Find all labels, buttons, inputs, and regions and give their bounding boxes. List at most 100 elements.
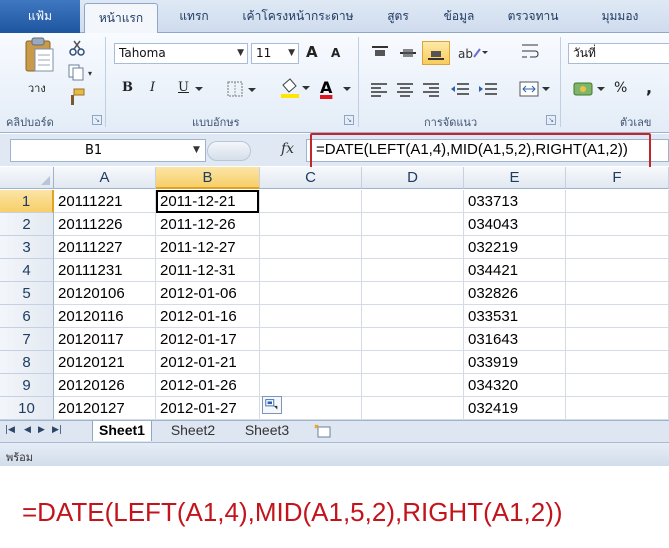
cell-c[interactable]	[260, 236, 362, 259]
cell-b[interactable]: 2012-01-06	[156, 282, 260, 305]
sheet-tab-sheet2[interactable]: Sheet2	[160, 421, 226, 441]
cell-b[interactable]: 2012-01-26	[156, 374, 260, 397]
cell-c[interactable]	[260, 305, 362, 328]
cell-f[interactable]	[566, 213, 669, 236]
cell-d[interactable]	[362, 374, 464, 397]
cell-f[interactable]	[566, 397, 669, 420]
cell-a[interactable]: 20120106	[54, 282, 156, 305]
align-center-icon[interactable]	[396, 81, 414, 97]
currency-icon[interactable]	[572, 79, 608, 99]
font-size-combo[interactable]: 11 ▼	[251, 43, 299, 64]
cell-b[interactable]: 2012-01-16	[156, 305, 260, 328]
cell-f[interactable]	[566, 305, 669, 328]
cell-c[interactable]	[260, 351, 362, 374]
cell-a[interactable]: 20111231	[54, 259, 156, 282]
row-header[interactable]: 9	[0, 374, 54, 397]
chevron-down-icon[interactable]: ▼	[193, 140, 200, 161]
wrap-text-icon[interactable]	[520, 41, 540, 63]
tab-page-layout[interactable]: เค้าโครงหน้ากระดาษ	[230, 0, 366, 33]
select-all-button[interactable]	[0, 167, 54, 189]
cell-b[interactable]: 2011-12-26	[156, 213, 260, 236]
cell-d[interactable]	[362, 236, 464, 259]
clipboard-launcher-icon[interactable]: ↘	[92, 115, 102, 125]
tab-review[interactable]: ตรวจทาน	[500, 0, 566, 33]
cell-b[interactable]: 2012-01-17	[156, 328, 260, 351]
cell-d[interactable]	[362, 351, 464, 374]
tab-home[interactable]: หน้าแรก	[84, 3, 158, 34]
align-top-icon[interactable]	[370, 45, 390, 61]
cell-f[interactable]	[566, 236, 669, 259]
cell-c[interactable]	[260, 213, 362, 236]
cell-b[interactable]: 2011-12-27	[156, 236, 260, 259]
fill-color-icon[interactable]	[278, 77, 312, 99]
cell-e[interactable]: 033919	[464, 351, 566, 374]
copy-icon[interactable]: ▾	[67, 63, 97, 81]
cell-e[interactable]: 032419	[464, 397, 566, 420]
tab-formulas[interactable]: สูตร	[378, 0, 418, 33]
cell-e[interactable]: 031643	[464, 328, 566, 351]
align-middle-icon[interactable]	[398, 45, 418, 61]
row-header[interactable]: 4	[0, 259, 54, 282]
shrink-font-button[interactable]: A	[331, 46, 340, 60]
cell-a[interactable]: 20111226	[54, 213, 156, 236]
cell-a[interactable]: 20120126	[54, 374, 156, 397]
cell-d[interactable]	[362, 397, 464, 420]
row-header[interactable]: 1	[0, 190, 54, 213]
insert-sheet-icon[interactable]	[312, 423, 336, 439]
sheet-tab-sheet3[interactable]: Sheet3	[234, 421, 300, 441]
column-header-b[interactable]: B	[156, 167, 260, 189]
tab-view[interactable]: มุมมอง	[590, 0, 650, 33]
cell-a[interactable]: 20120117	[54, 328, 156, 351]
paste-label[interactable]: วาง	[28, 79, 46, 97]
cell-c[interactable]	[260, 374, 362, 397]
chevron-down-icon[interactable]: ▼	[288, 44, 295, 63]
merge-center-icon[interactable]	[518, 79, 552, 99]
column-header-e[interactable]: E	[464, 167, 566, 189]
cell-c[interactable]	[260, 328, 362, 351]
increase-indent-icon[interactable]	[478, 81, 498, 97]
row-header[interactable]: 2	[0, 213, 54, 236]
cell-f[interactable]	[566, 328, 669, 351]
cell-d[interactable]	[362, 282, 464, 305]
align-left-icon[interactable]	[370, 81, 388, 97]
next-sheet-icon[interactable]: ▶	[38, 425, 45, 435]
cell-f[interactable]	[566, 282, 669, 305]
cell-e[interactable]: 033713	[464, 190, 566, 213]
cell-c[interactable]	[260, 190, 362, 213]
align-right-icon[interactable]	[422, 81, 440, 97]
paste-icon[interactable]	[22, 37, 56, 73]
cell-d[interactable]	[362, 213, 464, 236]
row-header[interactable]: 10	[0, 397, 54, 420]
italic-button[interactable]: I	[150, 80, 155, 95]
cell-d[interactable]	[362, 259, 464, 282]
cell-a[interactable]: 20120116	[54, 305, 156, 328]
decrease-indent-icon[interactable]	[450, 81, 470, 97]
cell-e[interactable]: 034320	[464, 374, 566, 397]
row-header[interactable]: 8	[0, 351, 54, 374]
chevron-down-icon[interactable]	[194, 85, 204, 93]
alignment-launcher-icon[interactable]: ↘	[546, 115, 556, 125]
cell-e[interactable]: 032826	[464, 282, 566, 305]
cell-a[interactable]: 20111221	[54, 190, 156, 213]
font-name-combo[interactable]: Tahoma ▼	[114, 43, 248, 64]
font-color-button[interactable]: A	[320, 78, 332, 97]
first-sheet-icon[interactable]: |◀	[5, 425, 15, 435]
cell-e[interactable]: 034421	[464, 259, 566, 282]
row-header[interactable]: 6	[0, 305, 54, 328]
name-box[interactable]: B1 ▼	[10, 139, 206, 162]
cell-f[interactable]	[566, 259, 669, 282]
bold-button[interactable]: B	[122, 80, 133, 95]
cell-c[interactable]	[260, 282, 362, 305]
row-header[interactable]: 3	[0, 236, 54, 259]
cell-f[interactable]	[566, 351, 669, 374]
percent-button[interactable]: %	[614, 80, 627, 96]
row-header[interactable]: 5	[0, 282, 54, 305]
cell-d[interactable]	[362, 190, 464, 213]
cell-e[interactable]: 032219	[464, 236, 566, 259]
borders-icon[interactable]	[226, 80, 260, 98]
cell-d[interactable]	[362, 328, 464, 351]
cell-b[interactable]: 2012-01-21	[156, 351, 260, 374]
cell-c[interactable]	[260, 259, 362, 282]
cell-d[interactable]	[362, 305, 464, 328]
cell-f[interactable]	[566, 374, 669, 397]
